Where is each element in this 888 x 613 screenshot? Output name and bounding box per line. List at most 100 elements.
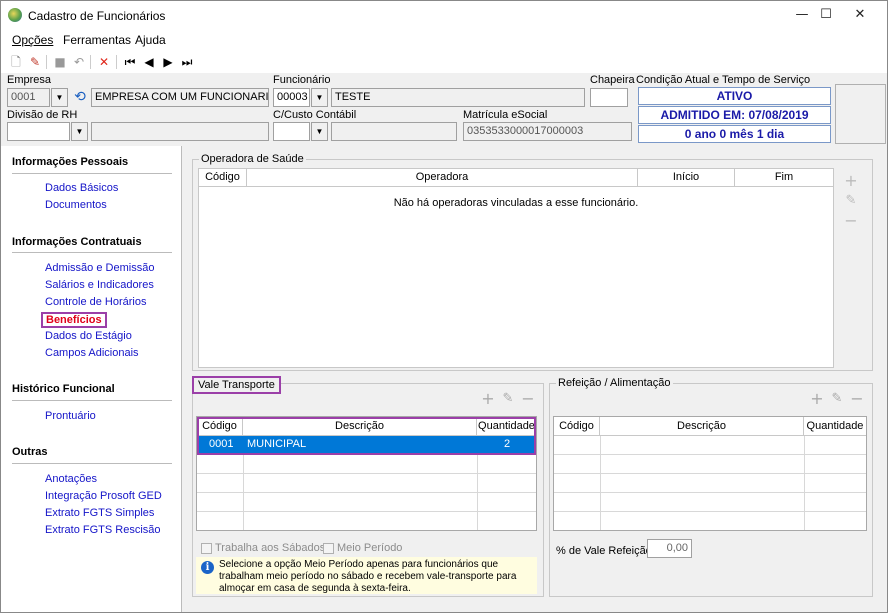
matricula-label: Matrícula eSocial xyxy=(463,109,548,121)
col-fim[interactable]: Fim xyxy=(735,169,833,187)
next-record-icon[interactable]: ▶ xyxy=(160,54,176,70)
col-quantidade[interactable]: Quantidade xyxy=(804,417,866,436)
sidebar-item-beneficios[interactable]: Benefícios xyxy=(41,312,107,328)
photo-box[interactable] xyxy=(835,84,886,144)
admission-date-badge: ADMITIDO EM: 07/08/2019 xyxy=(638,106,831,124)
menu-opcoes[interactable]: Opções xyxy=(12,33,53,47)
operadora-grid: Código Operadora Início Fim Não há opera… xyxy=(198,168,834,368)
refresh-icon[interactable]: ⟲ xyxy=(71,89,89,106)
edit-icon[interactable]: ✎ xyxy=(843,193,859,209)
funcionario-name-field[interactable]: TESTE xyxy=(331,88,585,107)
empresa-code-field[interactable]: 0001 xyxy=(7,88,50,107)
empresa-dropdown[interactable]: ▼ xyxy=(51,88,68,107)
service-time-badge: 0 ano 0 mês 1 dia xyxy=(638,125,831,143)
refeicao-title: Refeição / Alimentação xyxy=(556,377,673,389)
info-text: Selecione a opção Meio Período apenas pa… xyxy=(219,559,517,594)
col-inicio[interactable]: Início xyxy=(638,169,735,187)
sidebar-item-integracao-ged[interactable]: Integração Prosoft GED xyxy=(45,490,162,502)
section-informacoes-contratuais: Informações Contratuais xyxy=(12,236,142,248)
refeicao-group: Refeição / Alimentação + ✎ − Código Desc… xyxy=(549,377,873,597)
sidebar-item-anotacoes[interactable]: Anotações xyxy=(45,473,97,485)
divisao-name-field[interactable] xyxy=(91,122,269,141)
matricula-field[interactable]: 0353533000017000003 xyxy=(463,122,632,141)
meio-periodo-checkbox[interactable] xyxy=(323,543,334,554)
add-icon[interactable]: + xyxy=(809,391,825,407)
status-badge: ATIVO xyxy=(638,87,831,105)
employee-header: Empresa 0001 ▼ ⟲ EMPRESA COM UM FUNCIONA… xyxy=(1,73,887,145)
separator xyxy=(90,55,91,69)
edit-icon[interactable]: ✎ xyxy=(829,391,845,407)
sidebar-item-admissao[interactable]: Admissão e Demissão xyxy=(45,262,154,274)
vale-refeicao-field[interactable]: 0,00 xyxy=(647,539,692,558)
row-line xyxy=(197,511,536,512)
chapeira-label: Chapeira xyxy=(590,74,635,86)
col-line xyxy=(600,436,601,530)
sidebar: Informações Pessoais Dados Básicos Docum… xyxy=(1,146,182,612)
chapeira-field[interactable] xyxy=(590,88,628,107)
close-button[interactable]: ✕ xyxy=(843,1,877,29)
remove-icon[interactable]: − xyxy=(520,391,536,407)
app-icon xyxy=(8,8,22,22)
sidebar-item-controle-horarios[interactable]: Controle de Horários xyxy=(45,296,147,308)
add-icon[interactable]: + xyxy=(480,391,496,407)
menu-ferramentas[interactable]: Ferramentas xyxy=(63,33,131,47)
sabados-label: Trabalha aos Sábados? xyxy=(215,542,332,554)
undo-icon[interactable]: ↶ xyxy=(71,54,87,70)
col-codigo[interactable]: Código xyxy=(554,417,600,436)
custo-code-field[interactable] xyxy=(273,122,310,141)
empresa-label: Empresa xyxy=(7,74,52,86)
empresa-name-field[interactable]: EMPRESA COM UM FUNCIONARIO xyxy=(91,88,269,107)
header-highlight xyxy=(197,417,536,455)
divider xyxy=(12,173,172,174)
new-icon[interactable]: 🗋 xyxy=(8,54,24,70)
sabados-checkbox[interactable] xyxy=(201,543,212,554)
funcionario-label: Funcionário xyxy=(273,74,331,86)
custo-label: C/Custo Contábil xyxy=(273,109,357,121)
save-icon[interactable]: ■ xyxy=(52,54,68,70)
sidebar-item-extrato-fgts-rescisao[interactable]: Extrato FGTS Rescisão xyxy=(45,524,161,536)
maximize-button[interactable]: ☐ xyxy=(809,1,843,29)
edit-icon[interactable]: ✎ xyxy=(500,391,516,407)
sidebar-item-salarios[interactable]: Salários e Indicadores xyxy=(45,279,154,291)
custo-dropdown[interactable]: ▼ xyxy=(311,122,328,141)
separator xyxy=(116,55,117,69)
section-outras: Outras xyxy=(12,446,48,458)
sidebar-item-prontuario[interactable]: Prontuário xyxy=(45,410,96,422)
remove-icon[interactable]: − xyxy=(843,213,859,229)
info-box: i Selecione a opção Meio Período apenas … xyxy=(196,557,537,594)
funcionario-code-field[interactable]: 00003 xyxy=(273,88,310,107)
operadora-saude-group: Operadora de Saúde Código Operadora Iníc… xyxy=(192,153,873,371)
operadora-saude-title: Operadora de Saúde xyxy=(199,153,306,165)
edit-icon[interactable]: ✎ xyxy=(27,54,43,70)
remove-icon[interactable]: − xyxy=(849,391,865,407)
col-operadora[interactable]: Operadora xyxy=(247,169,638,187)
row-line xyxy=(197,492,536,493)
col-descricao[interactable]: Descrição xyxy=(600,417,804,436)
first-record-icon[interactable]: ⏮ xyxy=(122,54,138,70)
vale-transporte-group: Vale Transporte + ✎ − Código Descrição Q… xyxy=(192,376,544,597)
divisao-code-field[interactable] xyxy=(7,122,70,141)
sidebar-item-campos-adicionais[interactable]: Campos Adicionais xyxy=(45,347,139,359)
col-line xyxy=(804,436,805,530)
refeicao-grid: Código Descrição Quantidade xyxy=(553,416,867,531)
previous-record-icon[interactable]: ◀ xyxy=(141,54,157,70)
delete-icon[interactable]: ✕ xyxy=(96,54,112,70)
funcionario-dropdown[interactable]: ▼ xyxy=(311,88,328,107)
sidebar-item-dados-estagio[interactable]: Dados do Estágio xyxy=(45,330,132,342)
condicao-label: Condição Atual e Tempo de Serviço xyxy=(636,74,811,86)
last-record-icon[interactable]: ⏭ xyxy=(179,54,195,70)
col-codigo[interactable]: Código xyxy=(199,169,247,187)
sidebar-item-extrato-fgts-simples[interactable]: Extrato FGTS Simples xyxy=(45,507,154,519)
divider xyxy=(12,400,172,401)
sidebar-item-dados-basicos[interactable]: Dados Básicos xyxy=(45,182,118,194)
separator xyxy=(46,55,47,69)
vale-transporte-grid: Código Descrição Quantidade 0001 MUNICIP… xyxy=(196,416,537,531)
add-icon[interactable]: + xyxy=(843,173,859,189)
vale-refeicao-label: % de Vale Refeição xyxy=(556,545,652,557)
custo-name-field[interactable] xyxy=(331,122,457,141)
divisao-dropdown[interactable]: ▼ xyxy=(71,122,88,141)
menu-ajuda[interactable]: Ajuda xyxy=(135,33,166,47)
sidebar-item-documentos[interactable]: Documentos xyxy=(45,199,107,211)
col-line xyxy=(477,454,478,530)
section-historico-funcional: Histórico Funcional xyxy=(12,383,115,395)
